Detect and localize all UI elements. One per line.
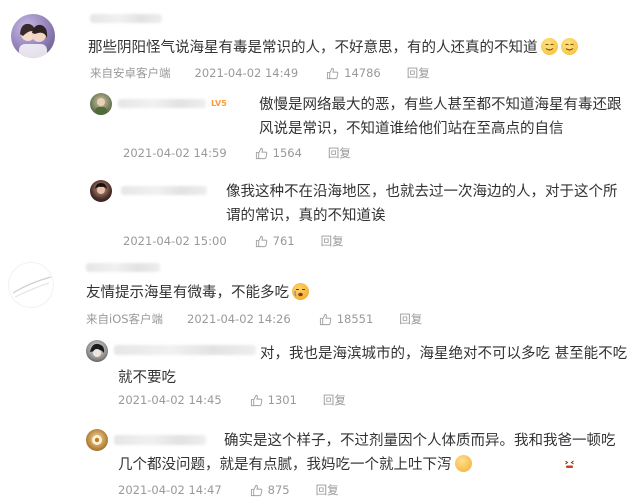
like-count: 18551: [336, 312, 374, 326]
crying-emoji-icon: [292, 283, 309, 300]
avatar-image-icon: [12, 276, 52, 298]
client-source: 来自安卓客户端: [90, 66, 171, 80]
reply-button[interactable]: 回复: [407, 65, 430, 81]
comment-text-content: 那些阴阳怪气说海星有毒是常识的人，不好意思，有的人还真的不知道: [88, 40, 538, 56]
reply-button[interactable]: 回复: [399, 311, 422, 327]
avatar[interactable]: [86, 429, 108, 451]
avatar[interactable]: [11, 14, 55, 58]
client-source: 来自iOS客户端: [86, 312, 164, 326]
timestamp: 2021-04-02 14:49: [194, 66, 299, 80]
like-button[interactable]: 18551: [319, 312, 374, 326]
like-button[interactable]: 761: [255, 234, 295, 248]
reply-button[interactable]: 回复: [321, 233, 344, 249]
like-count: 1301: [267, 393, 297, 407]
thumbs-up-icon: [250, 484, 262, 496]
reply-meta: 2021-04-02 14:45 1301 回复: [118, 392, 346, 408]
reply-button[interactable]: 回复: [328, 145, 351, 161]
reply-text-content: 确实是这个样子，不过剂量因个人体质而异。我和我爸一顿吃几个都没问题，就是有点腻，…: [118, 433, 616, 473]
comment-text-content: 友情提示海星有微毒，不能多吃: [86, 285, 289, 301]
reply-button[interactable]: 回复: [316, 482, 339, 498]
smile-emoji-icon: [560, 38, 578, 55]
comment-meta: 来自iOS客户端 2021-04-02 14:26 18551 回复: [86, 311, 422, 327]
reply-meta: 2021-04-02 14:59 1564 回复: [123, 145, 351, 161]
reply-text: 傲慢是网络最大的恶，有些人甚至都不知道海星有毒还跟风说是常识，不知道谁给他们站在…: [259, 97, 622, 137]
comment-meta: 来自安卓客户端 2021-04-02 14:49 14786 回复: [90, 65, 430, 81]
avatar[interactable]: [8, 262, 54, 308]
avatar-image-icon: [90, 343, 105, 357]
avatar[interactable]: [90, 93, 112, 115]
timestamp: 2021-04-02 14:59: [123, 146, 227, 160]
thumbs-up-icon: [319, 313, 331, 325]
level-badge: LV5: [211, 99, 227, 108]
reply-meta: 2021-04-02 14:47 875 回复: [118, 482, 339, 498]
timestamp: 2021-04-02 15:00: [123, 234, 227, 248]
thumbs-up-icon: [255, 147, 267, 159]
reply-text: 像我这种不在沿海地区，也就去过一次海边的人，对于这个所谓的常识，真的不知道诶: [226, 184, 618, 224]
avatar[interactable]: [86, 340, 108, 362]
like-button[interactable]: 875: [250, 483, 290, 497]
username-blurred[interactable]: [118, 99, 206, 108]
thumbs-up-icon: [327, 67, 339, 79]
username-blurred[interactable]: [86, 263, 160, 272]
smile-emoji-icon: [540, 38, 558, 55]
like-count: 875: [267, 483, 290, 497]
sick-emoji-icon: [454, 455, 574, 472]
thumbs-up-icon: [250, 394, 262, 406]
timestamp: 2021-04-02 14:47: [118, 483, 222, 497]
avatar-image-icon: [95, 183, 107, 194]
like-button[interactable]: 1564: [255, 146, 302, 160]
like-count: 761: [272, 234, 295, 248]
timestamp: 2021-04-02 14:45: [118, 393, 222, 407]
like-button[interactable]: 14786: [326, 66, 381, 80]
reply-text: 对，我也是海滨城市的，海星绝对不可以多吃 甚至能不吃就不要吃: [118, 346, 628, 386]
like-count: 14786: [344, 66, 381, 80]
avatar-image-icon: [19, 23, 48, 58]
like-count: 1564: [272, 146, 302, 160]
reply-text: 确实是这个样子，不过剂量因个人体质而异。我和我爸一顿吃几个都没问题，就是有点腻，…: [118, 429, 628, 477]
username-blurred[interactable]: [90, 14, 162, 23]
reply-meta: 2021-04-02 15:00 761 回复: [123, 233, 344, 249]
reply-button[interactable]: 回复: [323, 392, 346, 408]
like-button[interactable]: 1301: [250, 393, 297, 407]
timestamp: 2021-04-02 14:26: [187, 312, 291, 326]
avatar[interactable]: [90, 180, 112, 202]
comment-text: 友情提示海星有微毒，不能多吃: [86, 281, 626, 305]
username-blurred[interactable]: [121, 186, 207, 195]
thumbs-up-icon: [255, 235, 267, 247]
avatar-image-icon: [92, 435, 102, 445]
avatar-image-icon: [95, 98, 107, 115]
comment-text: 那些阴阳怪气说海星有毒是常识的人，不好意思，有的人还真的不知道: [88, 36, 628, 60]
